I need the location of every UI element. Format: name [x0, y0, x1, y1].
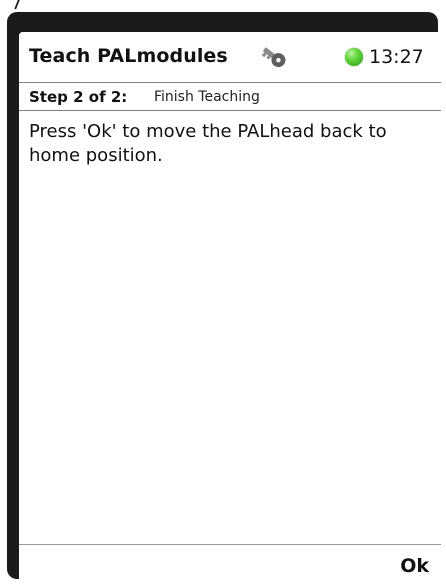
step-bar: Step 2 of 2: Finish Teaching — [19, 82, 441, 111]
clock: 13:27 — [369, 46, 424, 68]
ok-button[interactable]: Ok — [400, 555, 429, 577]
step-name: Finish Teaching — [154, 89, 260, 105]
instruction-text: Press 'Ok' to move the PALhead back to h… — [29, 121, 387, 166]
key-icon — [255, 42, 289, 72]
page-title: Teach PALmodules — [29, 45, 228, 67]
header-bar: Teach PALmodules 13:27 — [19, 32, 441, 82]
screen: Teach PALmodules 13:27 Step 2 of 2: Fini… — [19, 32, 441, 588]
step-label: Step 2 of 2: — [29, 88, 128, 106]
stray-mark — [14, 0, 20, 9]
footer-bar: Ok — [19, 544, 441, 588]
status-led — [345, 48, 363, 66]
device-bezel: Teach PALmodules 13:27 Step 2 of 2: Fini… — [7, 12, 441, 588]
